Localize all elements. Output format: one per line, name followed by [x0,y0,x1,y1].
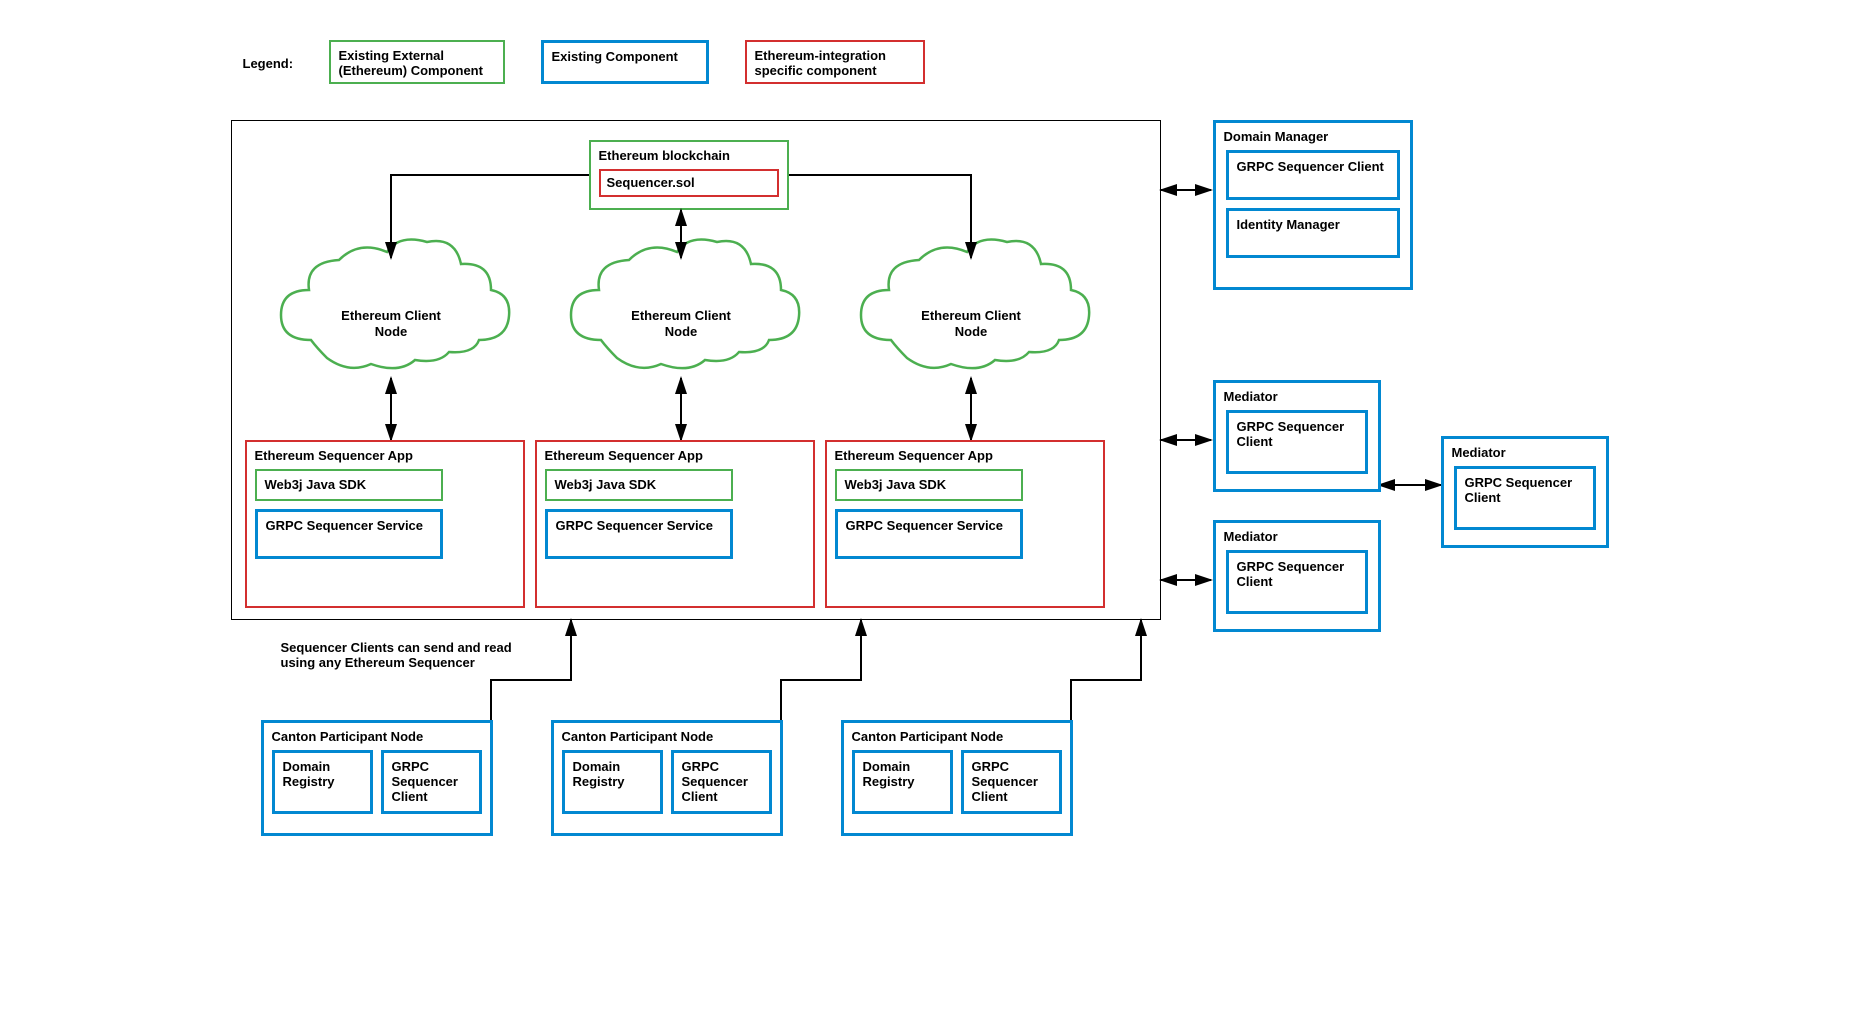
dm-identity-manager-text: Identity Manager [1229,211,1397,238]
domain-registry-1: Domain Registry [272,750,373,814]
sequencer-sol-box: Sequencer.sol [599,169,779,197]
domain-registry-1-text: Domain Registry [275,753,370,795]
legend-external-box: Existing External (Ethereum) Component [329,40,505,84]
participant-1-title: Canton Participant Node [264,723,490,750]
sequencer-app-3-title: Ethereum Sequencer App [827,442,1103,469]
sequencer-app-1: Ethereum Sequencer App Web3j Java SDK GR… [245,440,525,608]
web3j-sdk-2-text: Web3j Java SDK [547,471,731,498]
mediator-2-grpc: GRPC Sequencer Client [1454,466,1596,530]
mediator-3-grpc-text: GRPC Sequencer Client [1229,553,1365,595]
grpc-client-p1-text: GRPC Sequencer Client [384,753,479,810]
sequencer-note: Sequencer Clients can send and read usin… [281,640,521,670]
grpc-service-3: GRPC Sequencer Service [835,509,1023,559]
sequencer-sol-text: Sequencer.sol [601,171,777,194]
participant-2-title: Canton Participant Node [554,723,780,750]
mediator-1: Mediator GRPC Sequencer Client [1213,380,1381,492]
grpc-client-p2-text: GRPC Sequencer Client [674,753,769,810]
ethereum-blockchain-title: Ethereum blockchain [591,142,787,169]
domain-registry-2-text: Domain Registry [565,753,660,795]
dm-grpc-client: GRPC Sequencer Client [1226,150,1400,200]
ethereum-blockchain-box: Ethereum blockchain Sequencer.sol [589,140,789,210]
legend-eth-specific-box: Ethereum-integration specific component [745,40,925,84]
mediator-2-grpc-text: GRPC Sequencer Client [1457,469,1593,511]
mediator-2: Mediator GRPC Sequencer Client [1441,436,1609,548]
dm-identity-manager: Identity Manager [1226,208,1400,258]
participant-3: Canton Participant Node Domain Registry … [841,720,1073,836]
grpc-client-p1: GRPC Sequencer Client [381,750,482,814]
domain-manager: Domain Manager GRPC Sequencer Client Ide… [1213,120,1413,290]
domain-registry-3-text: Domain Registry [855,753,950,795]
web3j-sdk-1-text: Web3j Java SDK [257,471,441,498]
mediator-3: Mediator GRPC Sequencer Client [1213,520,1381,632]
sequencer-app-1-title: Ethereum Sequencer App [247,442,523,469]
domain-manager-title: Domain Manager [1216,123,1410,150]
sequencer-app-2-title: Ethereum Sequencer App [537,442,813,469]
legend-label: Legend: [243,56,294,71]
mediator-3-grpc: GRPC Sequencer Client [1226,550,1368,614]
web3j-sdk-2: Web3j Java SDK [545,469,733,501]
grpc-service-2: GRPC Sequencer Service [545,509,733,559]
mediator-1-grpc: GRPC Sequencer Client [1226,410,1368,474]
web3j-sdk-1: Web3j Java SDK [255,469,443,501]
mediator-1-title: Mediator [1216,383,1378,410]
legend-eth-specific-text: Ethereum-integration specific component [747,42,923,84]
grpc-service-1: GRPC Sequencer Service [255,509,443,559]
grpc-client-p3: GRPC Sequencer Client [961,750,1062,814]
mediator-2-title: Mediator [1444,439,1606,466]
participant-3-title: Canton Participant Node [844,723,1070,750]
domain-registry-2: Domain Registry [562,750,663,814]
dm-grpc-client-text: GRPC Sequencer Client [1229,153,1397,180]
legend-existing-box: Existing Component [541,40,709,84]
sequencer-app-3: Ethereum Sequencer App Web3j Java SDK GR… [825,440,1105,608]
grpc-service-3-text: GRPC Sequencer Service [838,512,1020,539]
participant-1: Canton Participant Node Domain Registry … [261,720,493,836]
grpc-service-2-text: GRPC Sequencer Service [548,512,730,539]
grpc-client-p2: GRPC Sequencer Client [671,750,772,814]
grpc-client-p3-text: GRPC Sequencer Client [964,753,1059,810]
legend-external-text: Existing External (Ethereum) Component [331,42,503,84]
domain-registry-3: Domain Registry [852,750,953,814]
legend-existing-text: Existing Component [544,43,706,70]
sequencer-app-2: Ethereum Sequencer App Web3j Java SDK GR… [535,440,815,608]
web3j-sdk-3: Web3j Java SDK [835,469,1023,501]
mediator-3-title: Mediator [1216,523,1378,550]
mediator-1-grpc-text: GRPC Sequencer Client [1229,413,1365,455]
participant-2: Canton Participant Node Domain Registry … [551,720,783,836]
web3j-sdk-3-text: Web3j Java SDK [837,471,1021,498]
grpc-service-1-text: GRPC Sequencer Service [258,512,440,539]
